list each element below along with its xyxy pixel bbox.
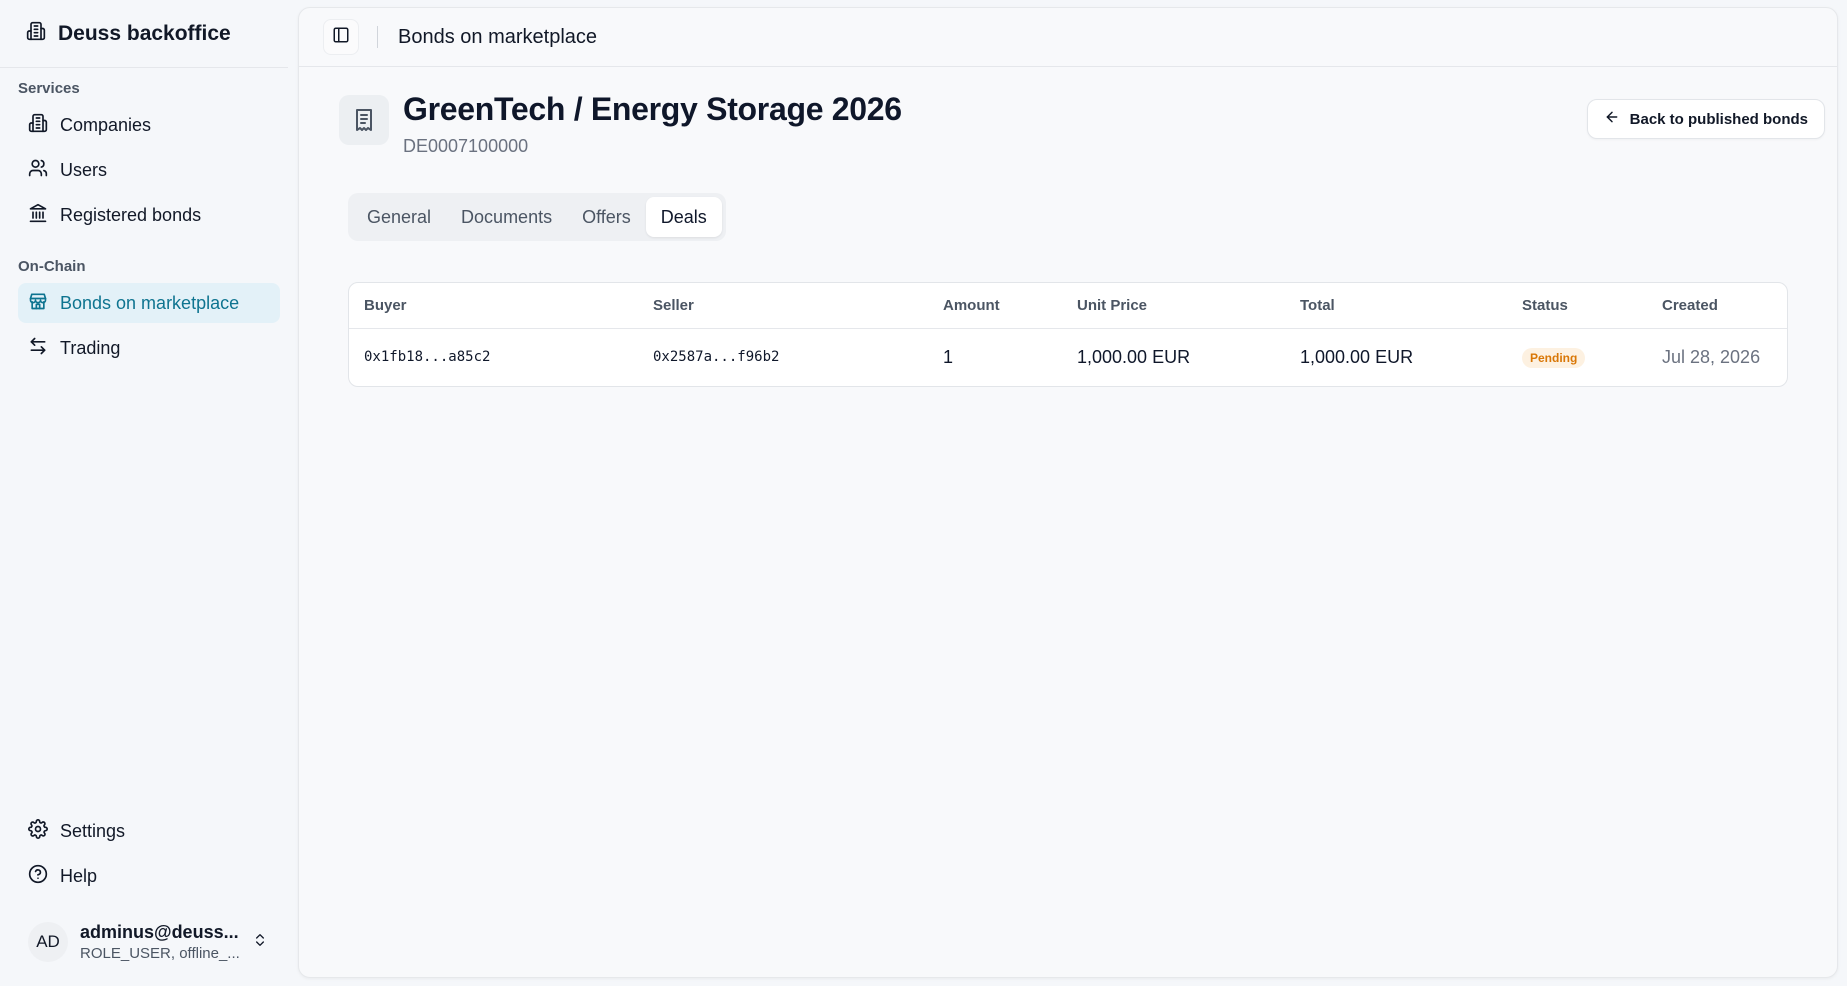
nav-services: Companies Users Registered bonds xyxy=(0,105,298,240)
app-name: Deuss backoffice xyxy=(58,21,231,45)
sidebar-item-label: Registered bonds xyxy=(60,204,202,225)
receipt-icon xyxy=(339,95,389,145)
cell-status: Pending xyxy=(1507,328,1647,386)
sidebar-item-label: Bonds on marketplace xyxy=(60,292,240,313)
avatar: AD xyxy=(28,922,68,962)
deals-table: Buyer Seller Amount Unit Price Total Sta… xyxy=(348,282,1788,387)
users-icon xyxy=(28,158,48,183)
cell-created: Jul 28, 2026 xyxy=(1662,346,1761,367)
column-header-amount: Amount xyxy=(928,283,1062,329)
sidebar-item-trading[interactable]: Trading xyxy=(18,328,280,368)
user-role: ROLE_USER, offline_... xyxy=(80,945,240,962)
cell-amount: 1 xyxy=(943,346,954,367)
user-email: adminus@deuss... xyxy=(80,922,239,942)
tab-documents[interactable]: Documents xyxy=(446,197,567,237)
column-header-seller: Seller xyxy=(638,283,928,329)
tab-general[interactable]: General xyxy=(352,197,446,237)
arrow-left-icon xyxy=(1604,109,1620,129)
sidebar-item-users[interactable]: Users xyxy=(18,150,280,190)
sidebar-item-bonds-on-marketplace[interactable]: Bonds on marketplace xyxy=(18,283,280,323)
nav-on-chain: Bonds on marketplace Trading xyxy=(0,283,298,373)
section-label-on-chain: On-Chain xyxy=(18,258,86,275)
column-header-unit-price: Unit Price xyxy=(1062,283,1285,329)
page-title: GreenTech / Energy Storage 2026 xyxy=(403,91,902,127)
sidebar-item-label: Settings xyxy=(60,820,126,841)
gear-icon xyxy=(28,818,48,844)
sidebar-bottom: Settings Help AD adminus@deuss... ROLE_U… xyxy=(0,811,298,986)
topbar: Bonds on marketplace xyxy=(299,8,1837,67)
tab-offers[interactable]: Offers xyxy=(567,197,646,237)
tab-deals[interactable]: Deals xyxy=(645,197,722,237)
bond-isin: DE0007100000 xyxy=(403,136,529,156)
table-header-row: Buyer Seller Amount Unit Price Total Sta… xyxy=(349,283,1787,329)
sidebar: Deuss backoffice Services Companies User… xyxy=(0,0,298,986)
bond-header: GreenTech / Energy Storage 2026 DE000710… xyxy=(299,67,1837,197)
cell-unit-price: 1,000.00 EUR xyxy=(1077,346,1191,367)
column-header-status: Status xyxy=(1507,283,1647,329)
back-to-published-bonds-button[interactable]: Back to published bonds xyxy=(1586,99,1825,139)
sidebar-item-label: Users xyxy=(60,159,108,180)
back-button-label: Back to published bonds xyxy=(1629,110,1808,128)
brand[interactable]: Deuss backoffice xyxy=(0,0,288,68)
sidebar-item-label: Companies xyxy=(60,114,152,135)
sidebar-item-help[interactable]: Help xyxy=(18,856,280,896)
chevrons-up-down-icon xyxy=(252,932,268,953)
bond-tabs: General Documents Offers Deals xyxy=(348,193,726,241)
sidebar-item-label: Trading xyxy=(60,337,121,358)
sidebar-toggle-button[interactable] xyxy=(323,19,359,55)
section-label-services: Services xyxy=(18,80,80,97)
column-header-created: Created xyxy=(1647,283,1787,329)
sidebar-item-settings[interactable]: Settings xyxy=(18,811,280,851)
sidebar-item-registered-bonds[interactable]: Registered bonds xyxy=(18,195,280,235)
status-badge: Pending xyxy=(1522,348,1586,369)
help-circle-icon xyxy=(28,864,48,889)
store-icon xyxy=(28,291,48,316)
bank-icon xyxy=(28,203,48,228)
app-root: Deuss backoffice Services Companies User… xyxy=(0,0,1847,986)
building-icon xyxy=(26,21,46,46)
table-row[interactable]: 0x1fb18...a85c2 0x2587a...f96b2 1 1,000.… xyxy=(349,328,1787,386)
cell-buyer: 0x1fb18...a85c2 xyxy=(364,349,491,366)
building-icon xyxy=(28,113,48,138)
user-info: adminus@deuss... ROLE_USER, offline_... xyxy=(80,922,240,962)
column-header-total: Total xyxy=(1285,283,1507,329)
user-menu[interactable]: AD adminus@deuss... ROLE_USER, offline_.… xyxy=(18,910,280,974)
cell-total: 1,000.00 EUR xyxy=(1300,346,1414,367)
sidebar-item-label: Help xyxy=(60,865,98,886)
cell-seller: 0x2587a...f96b2 xyxy=(653,349,780,366)
column-header-buyer: Buyer xyxy=(349,283,638,329)
main-panel: Bonds on marketplace GreenTech / Energy … xyxy=(298,7,1838,978)
topbar-divider xyxy=(377,26,378,48)
arrows-swap-icon xyxy=(28,336,48,361)
breadcrumb: Bonds on marketplace xyxy=(398,25,598,48)
sidebar-item-companies[interactable]: Companies xyxy=(18,105,280,145)
panel-left-icon xyxy=(332,26,350,49)
